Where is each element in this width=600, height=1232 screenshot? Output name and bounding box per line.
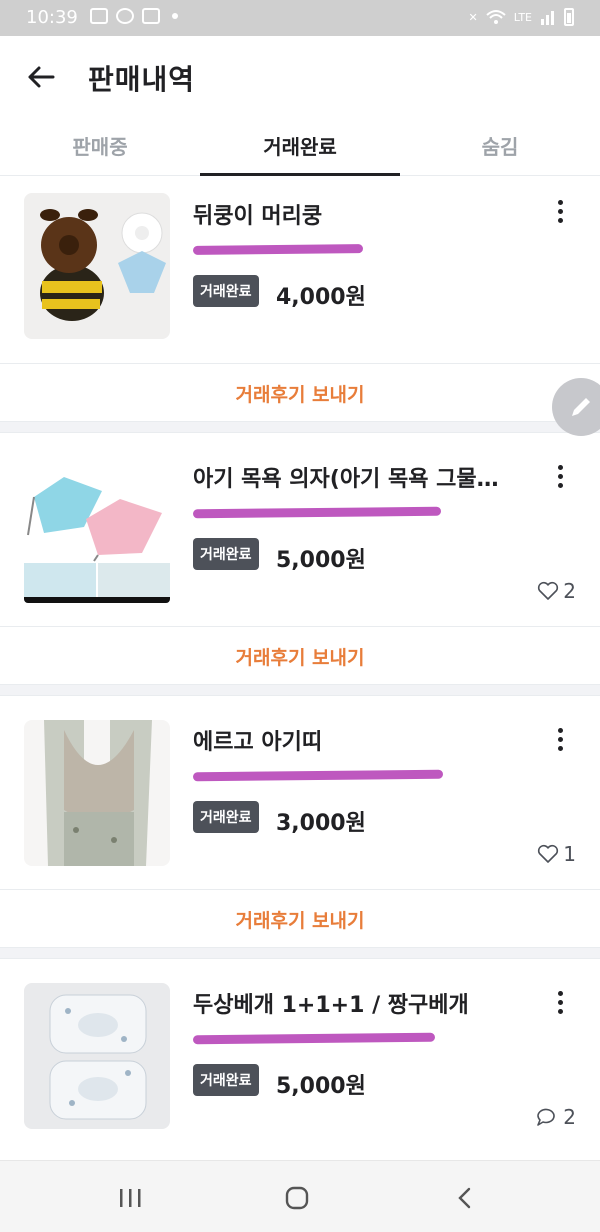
redacted-location-time (192, 242, 364, 256)
product-image (24, 983, 170, 1129)
send-review-button[interactable]: 거래후기 보내기 (0, 889, 600, 947)
signal-icon (541, 11, 554, 25)
like-count: 1 (537, 842, 576, 866)
back-nav-button[interactable] (445, 1181, 485, 1215)
status-bar: 10:39 ✕ LTE (0, 0, 600, 36)
redacted-location-time (192, 1031, 436, 1045)
item-title: 뒤쿵이 머리쿵 (193, 204, 323, 229)
mute-icon: ✕ (468, 10, 478, 24)
item-title: 두상베개 1+1+1 / 짱구베개 (193, 993, 469, 1018)
more-notifications-icon (172, 13, 178, 19)
home-icon (285, 1186, 309, 1210)
notification-icons (90, 8, 178, 24)
list-item[interactable]: 아기 목욕 의자(아기 목욕 그물… 거래완료 5,000원 2 (0, 433, 600, 626)
more-options-button[interactable] (548, 724, 572, 754)
more-options-button[interactable] (548, 196, 572, 226)
system-nav-bar (0, 1160, 600, 1232)
section-divider (0, 684, 600, 696)
network-label: LTE (513, 10, 532, 24)
heart-icon (538, 844, 559, 863)
tab-on-sale[interactable]: 판매중 (0, 116, 200, 175)
battery-icon (564, 8, 574, 26)
recent-apps-button[interactable] (110, 1181, 150, 1215)
like-count-value: 2 (563, 579, 576, 603)
like-count-value: 1 (563, 842, 576, 866)
section-divider (0, 947, 600, 959)
item-title: 에르고 아기띠 (193, 730, 323, 755)
more-options-button[interactable] (548, 461, 572, 491)
more-options-button[interactable] (548, 987, 572, 1017)
arrow-left-icon (28, 66, 55, 88)
status-badge: 거래완료 (193, 801, 259, 833)
section-divider (0, 421, 600, 433)
chevron-left-icon (458, 1187, 471, 1209)
chat-bubble-icon (116, 8, 134, 24)
redacted-location-time (192, 505, 442, 519)
tab-hidden[interactable]: 숨김 (400, 116, 600, 175)
sales-list: 뒤쿵이 머리쿵 거래완료 4,000원 거래후기 보내기 아기 목욕 의자(아기… (0, 176, 600, 1159)
list-item[interactable]: 뒤쿵이 머리쿵 거래완료 4,000원 (0, 176, 600, 363)
app-header: 판매내역 (0, 36, 600, 116)
status-badge: 거래완료 (193, 1064, 259, 1096)
chat-bubble-icon (537, 1108, 556, 1126)
app-notification-icon (142, 8, 160, 24)
list-item[interactable]: 두상베개 1+1+1 / 짱구베개 거래완료 5,000원 2 (0, 959, 600, 1159)
item-title: 아기 목욕 의자(아기 목욕 그물… (193, 467, 499, 492)
system-indicators: ✕ LTE (468, 8, 574, 26)
home-button[interactable] (277, 1181, 317, 1215)
product-image (24, 457, 170, 603)
list-item[interactable]: 에르고 아기띠 거래완료 3,000원 1 (0, 696, 600, 889)
product-image (24, 193, 170, 339)
item-price: 5,000원 (276, 1074, 366, 1099)
send-review-button[interactable]: 거래후기 보내기 (0, 626, 600, 684)
chat-count-value: 2 (563, 1105, 576, 1129)
item-price: 5,000원 (276, 548, 366, 573)
redacted-location-time (192, 768, 444, 782)
status-badge: 거래완료 (193, 275, 259, 307)
heart-icon (538, 581, 559, 600)
status-badge: 거래완료 (193, 538, 259, 570)
back-button[interactable] (22, 58, 60, 96)
send-review-button[interactable]: 거래후기 보내기 (0, 363, 600, 421)
product-image (24, 720, 170, 866)
pencil-icon (572, 398, 590, 416)
wifi-icon (486, 10, 506, 24)
chat-count: 2 (535, 1105, 576, 1129)
page-title: 판매내역 (88, 63, 196, 96)
item-price: 3,000원 (276, 811, 366, 836)
tab-completed[interactable]: 거래완료 (200, 116, 400, 176)
status-time: 10:39 (26, 7, 78, 28)
item-price: 4,000원 (276, 285, 366, 310)
tab-bar: 판매중 거래완료 숨김 (0, 116, 600, 176)
gallery-icon (90, 8, 108, 24)
recent-apps-icon (120, 1189, 141, 1207)
like-count: 2 (537, 579, 576, 603)
